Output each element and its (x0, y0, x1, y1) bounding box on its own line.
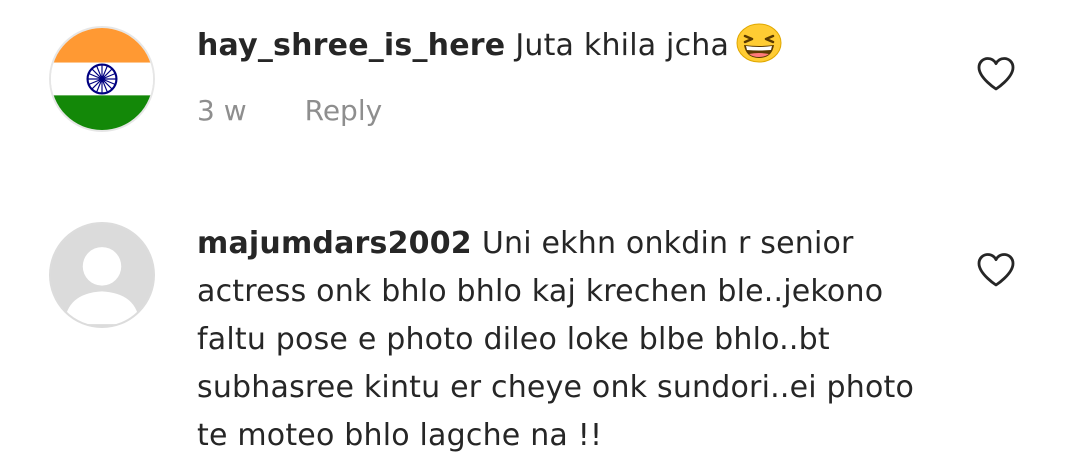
comment-username[interactable]: majumdars2002 (197, 226, 472, 261)
comment-content: majumdars2002 Uni ekhn onkdin r senior ac… (197, 220, 947, 460)
comment-meta: 3 w Reply (197, 94, 382, 127)
comment-username[interactable]: hay_shree_is_here (197, 28, 505, 63)
default-avatar-icon (51, 224, 153, 326)
comment-timestamp: 3 w (197, 94, 247, 127)
grinning-squinting-face-emoji-icon (735, 23, 783, 63)
heart-outline-icon[interactable] (976, 56, 1016, 92)
user-avatar[interactable] (49, 26, 155, 132)
heart-outline-icon[interactable] (976, 252, 1016, 288)
reply-button[interactable]: Reply (305, 94, 383, 127)
comment-content: hay_shree_is_here Juta khila jcha (197, 22, 957, 70)
india-flag-icon (51, 28, 153, 130)
comment-text: Juta khila jcha (515, 28, 730, 63)
user-avatar[interactable] (49, 222, 155, 328)
